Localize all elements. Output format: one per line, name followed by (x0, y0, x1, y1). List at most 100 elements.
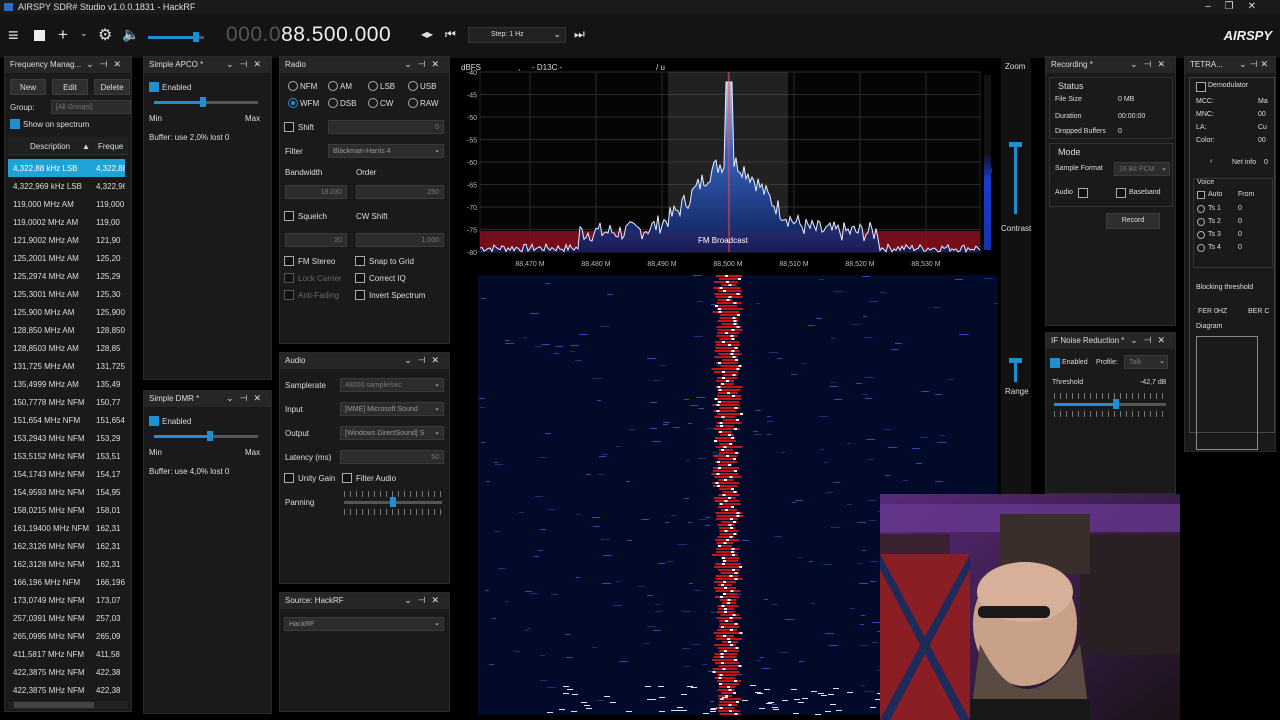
timeslot-radio[interactable] (1197, 218, 1205, 226)
dmr-enabled-checkbox[interactable] (149, 416, 159, 426)
list-item[interactable]: 265,0995 MHz NFM 265,09 (8, 627, 125, 645)
latency-input[interactable]: 50 (340, 450, 444, 464)
list-item[interactable]: 161,19400 MHz NFM 162,31 (8, 519, 125, 537)
list-item[interactable]: 411,5817 MHz NFM 411,58 (8, 645, 125, 663)
mode-radio-lsb[interactable] (368, 81, 378, 91)
mode-radio-nfm[interactable] (288, 81, 298, 91)
audio-record-checkbox[interactable] (1078, 188, 1088, 198)
mode-radio-dsb[interactable] (328, 98, 338, 108)
list-item[interactable]: 154,1743 MHz NFM 154,17 (8, 465, 125, 483)
step-back-icon[interactable]: ⏮ (445, 27, 456, 42)
hamburger-menu-icon[interactable]: ≡ (8, 25, 19, 46)
horizontal-scrollbar[interactable] (8, 701, 128, 709)
panel-controls[interactable]: ⌄⊣✕ (1239, 59, 1271, 70)
list-item[interactable]: 135,4999 MHz AM 135,49 (8, 375, 125, 393)
list-item[interactable]: 162,3128 MHz NFM 162,31 (8, 555, 125, 573)
step-forward-icon[interactable]: ⏭ (574, 27, 585, 42)
frequency-list[interactable]: 4,322,88 kHz LSB 4,322,88 4,322,969 kHz LS… (8, 159, 125, 699)
volume-slider[interactable] (148, 32, 204, 42)
apco-level-slider[interactable] (154, 97, 258, 107)
panel-controls[interactable]: ⌄⊣✕ (226, 393, 267, 404)
mode-radio-cw[interactable] (368, 98, 378, 108)
maximize-button[interactable]: ❐ (1225, 1, 1248, 12)
lock-carrier-checkbox[interactable] (284, 273, 294, 283)
edit-button[interactable]: Edit (52, 79, 88, 95)
list-item[interactable]: 151,654 MHz NFM 151,654 (8, 411, 125, 429)
list-item[interactable]: 131,725 MHz AM 131,725 (8, 357, 125, 375)
list-item[interactable]: 154,9593 MHz NFM 154,95 (8, 483, 125, 501)
panel-controls[interactable]: ⌄⊣✕ (404, 355, 445, 366)
show-on-spectrum-checkbox[interactable] (10, 119, 20, 129)
list-item[interactable]: 125,3001 MHz AM 125,30 (8, 285, 125, 303)
voice-auto-checkbox[interactable] (1197, 191, 1205, 199)
vfo-frequency-display[interactable]: 000.088.500.000 (226, 23, 391, 47)
spectrum-analyzer[interactable]: dBFS , - D13C - / u -40 -45 -50 -55 -60 -65 -7… (458, 58, 998, 273)
list-item[interactable]: 173,0749 MHz NFM 173,07 (8, 591, 125, 609)
list-item[interactable]: 257,0391 MHz NFM 257,03 (8, 609, 125, 627)
list-item[interactable]: 121,9002 MHz AM 121,90 (8, 231, 125, 249)
list-item[interactable]: 125,2974 MHz AM 125,29 (8, 267, 125, 285)
timeslot-radio[interactable] (1197, 231, 1205, 239)
mode-radio-raw[interactable] (408, 98, 418, 108)
panel-controls[interactable]: ⌄⊣✕ (226, 59, 267, 70)
step-dropdown[interactable]: Step: 1 Hz ⌄ (468, 27, 566, 43)
fm-stereo-checkbox[interactable] (284, 256, 294, 266)
delete-button[interactable]: Delete (94, 79, 130, 95)
mode-radio-am[interactable] (328, 81, 338, 91)
panel-controls[interactable]: ⌄⊣✕ (86, 59, 127, 70)
unity-gain-checkbox[interactable] (284, 473, 294, 483)
window-controls[interactable]: –❐✕ (1205, 1, 1270, 12)
add-icon[interactable]: + (58, 25, 68, 45)
list-item[interactable]: 162,3126 MHz NFM 162,31 (8, 537, 125, 555)
sample-format-select[interactable]: 16 Bit PCM ⌄ (1114, 162, 1170, 176)
list-item[interactable]: 153,2943 MHz NFM 153,29 (8, 429, 125, 447)
order-input[interactable]: 250 (356, 185, 444, 199)
correct-iq-checkbox[interactable] (355, 273, 365, 283)
list-item[interactable]: 153,5152 MHz NFM 153,51 (8, 447, 125, 465)
stop-icon[interactable] (34, 30, 45, 41)
chevron-left-icon[interactable]: ‹ (1210, 158, 1212, 165)
panel-controls[interactable]: ⌄⊣✕ (1130, 59, 1171, 70)
list-item[interactable]: 166,196 MHz NFM 166,196 (8, 573, 125, 591)
gear-icon[interactable]: ⚙ (98, 25, 112, 45)
minimize-button[interactable]: – (1205, 1, 1225, 12)
list-item[interactable]: 125,900 MHz AM 125,900 (8, 303, 125, 321)
panning-slider[interactable] (344, 497, 442, 507)
timeslot-radio[interactable] (1197, 244, 1205, 252)
list-item[interactable]: 119,0002 MHz AM 119,00 (8, 213, 125, 231)
baseband-checkbox[interactable] (1116, 188, 1126, 198)
list-item[interactable]: 128,8503 MHz AM 128,85 (8, 339, 125, 357)
panel-controls[interactable]: ⌄⊣✕ (404, 595, 445, 606)
squelch-checkbox[interactable] (284, 211, 294, 221)
list-item[interactable]: 119,000 MHz AM 119,000 (8, 195, 125, 213)
column-header-description[interactable]: Description (30, 142, 70, 151)
list-item[interactable]: 128,850 MHz AM 128,850 (8, 321, 125, 339)
mode-radio-usb[interactable] (408, 81, 418, 91)
demodulator-checkbox[interactable] (1196, 82, 1206, 92)
dmr-level-slider[interactable] (154, 431, 258, 441)
close-button[interactable]: ✕ (1248, 1, 1270, 12)
cw-shift-input[interactable]: 1.000 (356, 233, 444, 247)
source-device-select[interactable]: HackRF ⌄ (284, 617, 444, 631)
list-item[interactable]: 422,3875 MHz NFM 422,38 (8, 681, 125, 699)
if-noise-enabled-checkbox[interactable] (1050, 358, 1060, 368)
samplerate-select[interactable]: 48000 sample/sec ⌄ (340, 378, 444, 392)
list-item[interactable]: 125,2001 MHz AM 125,20 (8, 249, 125, 267)
mode-radio-wfm[interactable] (288, 98, 298, 108)
net-info-button[interactable]: Net info (1232, 159, 1256, 166)
tune-arrows-icon[interactable]: ◂▸ (421, 27, 433, 41)
input-device-select[interactable]: [MME] Microsoft Sound ⌄ (340, 402, 444, 416)
invert-spectrum-checkbox[interactable] (355, 290, 365, 300)
filter-audio-checkbox[interactable] (342, 473, 352, 483)
panel-controls[interactable]: ⌄⊣✕ (1130, 335, 1171, 346)
filter-select[interactable]: Blackman-Harris 4 ⌄ (328, 144, 444, 158)
bandwidth-input[interactable]: 18.030 (285, 185, 347, 199)
panel-controls[interactable]: ⌄⊣✕ (404, 59, 445, 70)
freq-leading-digits[interactable]: 000.0 (226, 23, 281, 46)
freq-digits[interactable]: 88.500.000 (281, 23, 391, 46)
timeslot-radio[interactable] (1197, 205, 1205, 213)
list-item[interactable]: 4,322,88 kHz LSB 4,322,88 (8, 159, 125, 177)
new-button[interactable]: New (10, 79, 46, 95)
column-header-frequency[interactable]: Freque (98, 142, 123, 151)
range-slider[interactable] (1009, 358, 1022, 382)
